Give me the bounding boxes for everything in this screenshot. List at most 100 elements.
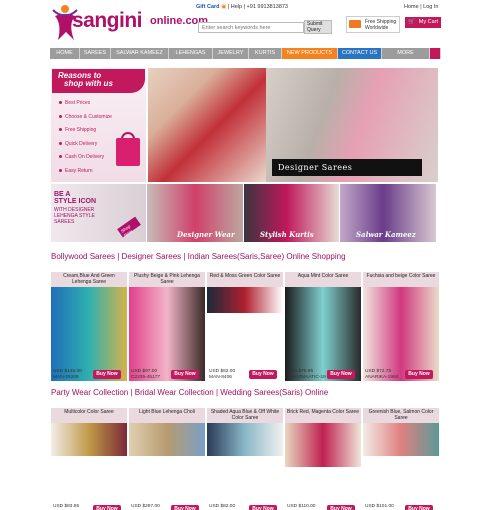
help-phone: | Help | +91 9913813873 [227,4,288,10]
gift-icon: ▣ [221,4,227,10]
product-image[interactable] [363,423,439,456]
product-title[interactable]: Aqua Mint Color Saree [285,272,361,287]
reason-item: Cash On Delivery [58,154,105,160]
search-input[interactable] [198,22,304,33]
top-utility-bar: Gift Card ▣ | Help | +91 9913813873 [196,4,288,10]
product-image[interactable] [207,287,283,313]
section-heading: Bollywood Sarees | Designer Sarees | Ind… [51,252,346,261]
product-code: KARIZMAATIC-19 [287,374,326,380]
reason-item: Choose & Customize [59,114,112,120]
logo-main-text: sangini [72,9,143,32]
buy-now-button[interactable]: Buy Now [249,505,277,510]
tile-salwar-kameez[interactable]: Salwar Kameez [340,184,436,242]
cart-icon: 🛒 [408,19,415,25]
product-card[interactable]: Multicolor Color Saree USD $83.95 Buy Now [51,408,127,510]
banner-model-red-saree[interactable] [148,68,266,182]
product-card[interactable]: Fuchsia and beige Color Saree USD $72.75 A… [363,272,439,381]
nav-sarees[interactable]: SAREES [80,48,111,59]
style-line: SAREES [54,219,75,225]
product-image[interactable] [51,287,127,381]
buy-now-button[interactable]: Buy Now [171,505,199,510]
nav-more[interactable]: MORE [382,48,430,59]
price-value: USD $97.00 [131,369,158,374]
style-icon-heading: BE A STYLE ICON [54,191,96,205]
my-cart-button[interactable]: 🛒 My Cart [405,17,441,28]
product-price: USD $75.95 KARIZMAATIC-19 [287,369,326,380]
reasons-title: Reasons to shop with us [52,69,145,93]
buy-now-button[interactable]: Buy Now [171,370,199,379]
buy-now-button[interactable]: Buy Now [327,505,355,510]
product-card[interactable]: Greenish Blue, Salmon Color Saree USD $10… [363,408,439,510]
buy-now-button[interactable]: Buy Now [93,370,121,379]
product-card[interactable]: Cream,Blue And Green Lehenga Saree USD $1… [51,272,127,381]
login-link[interactable]: Log In [423,4,438,10]
product-price: USD $72.75 ANARIKA-1984 [365,369,398,380]
section-heading: Party Wear Collection | Bridal Wear Coll… [51,388,329,397]
product-price: USD $82.00 MAN-8406 [209,369,235,380]
gift-card-link[interactable]: Gift Card [196,4,220,10]
product-card[interactable]: Plushy Beige & Pink Lehenga Saree USD $97… [129,272,205,381]
nav-kurtis[interactable]: KURTIS [249,48,282,59]
submit-query-button[interactable]: Submit Query [304,20,332,34]
reason-item: Best Prices [58,100,91,106]
tile-label: Salwar Kameez [356,230,416,239]
product-title[interactable]: Multicolor Color Saree [51,408,127,423]
nav-more-arrow[interactable] [430,48,441,59]
product-title[interactable]: Plushy Beige & Pink Lehenga Saree [129,272,205,287]
product-title[interactable]: Cream,Blue And Green Lehenga Saree [51,272,127,287]
price-value: USD $82.00 [209,504,236,509]
product-price: USD $97.00 C2335-45177 [131,369,160,380]
shopping-bag-icon [116,138,140,166]
nav-home[interactable]: HOME [50,48,80,59]
buy-now-button[interactable]: Buy Now [249,370,277,379]
product-image[interactable] [363,287,439,381]
product-title[interactable]: Light Blue Lehenga Choli [129,408,205,423]
style-line: BE A [54,191,71,198]
product-code: MAN-8406 [209,374,232,380]
price-value: USD $297.00 [131,504,160,509]
product-card[interactable]: Light Blue Lehenga Choli USD $297.00 Buy N… [129,408,205,510]
home-link[interactable]: Home [404,4,419,10]
my-cart-label: My Cart [418,19,438,25]
product-image[interactable] [129,287,205,381]
product-card[interactable]: Red & Moss Green Color Saree USD $82.00 MA… [207,272,283,380]
product-price: USD $148.00 MAN-25209 [53,369,82,380]
buy-now-button[interactable]: Buy Now [327,370,355,379]
product-price: USD $110.00 [287,504,315,510]
product-price: USD $297.00 [131,504,160,510]
product-card[interactable]: Brick Red, Magenta Color Saree USD $110.0… [285,408,361,510]
product-title[interactable]: Red & Moss Green Color Saree [207,272,283,287]
product-card[interactable]: Aqua Mint Color Saree USD $75.95 KARIZMAAT… [285,272,361,381]
buy-now-button[interactable]: Buy Now [93,505,121,510]
nav-new-products[interactable]: NEW PRODUCTS [282,48,338,59]
product-title[interactable]: Brick Red, Magenta Color Saree [285,408,361,423]
reasons-title-line2: shop with us [64,79,113,88]
nav-salwar-kameez[interactable]: SALWAR KAMEEZ [111,48,169,59]
reason-item: Quick Delivery [58,141,98,147]
product-card[interactable]: Shaded Aqua Blue & Off White Color Saree… [207,408,283,510]
nav-contact-us[interactable]: CONTACT US [338,48,382,59]
product-image[interactable] [207,423,283,456]
price-value: USD $83.95 [53,504,80,509]
price-value: USD $110.00 [287,504,316,509]
product-image[interactable] [285,423,361,467]
nav-jewelry[interactable]: JEWELRY [213,48,249,59]
tile-designer-wear[interactable]: Designer Wear [147,184,243,242]
product-image[interactable] [129,423,205,456]
product-image[interactable] [51,423,127,456]
style-line: STYLE ICON [54,198,97,205]
product-title[interactable]: Greenish Blue, Salmon Color Saree [363,408,439,423]
product-title[interactable]: Fuchsia and beige Color Saree [363,272,439,287]
tile-label: Stylish Kurtis [260,230,314,239]
nav-lehengas[interactable]: LEHENGAS [169,48,213,59]
product-title[interactable]: Shaded Aqua Blue & Off White Color Saree [207,408,283,423]
product-price: USD $82.00 [209,504,235,510]
price-value: USD $82.00 [209,369,236,374]
tile-stylish-kurtis[interactable]: Stylish Kurtis [244,184,339,242]
product-image[interactable] [285,287,361,381]
buy-now-button[interactable]: Buy Now [405,505,433,510]
buy-now-button[interactable]: Buy Now [405,370,433,379]
account-links: Home | Log In [404,4,439,10]
price-value: USD $101.00 [365,504,394,509]
product-price: USD $101.00 [365,504,394,510]
